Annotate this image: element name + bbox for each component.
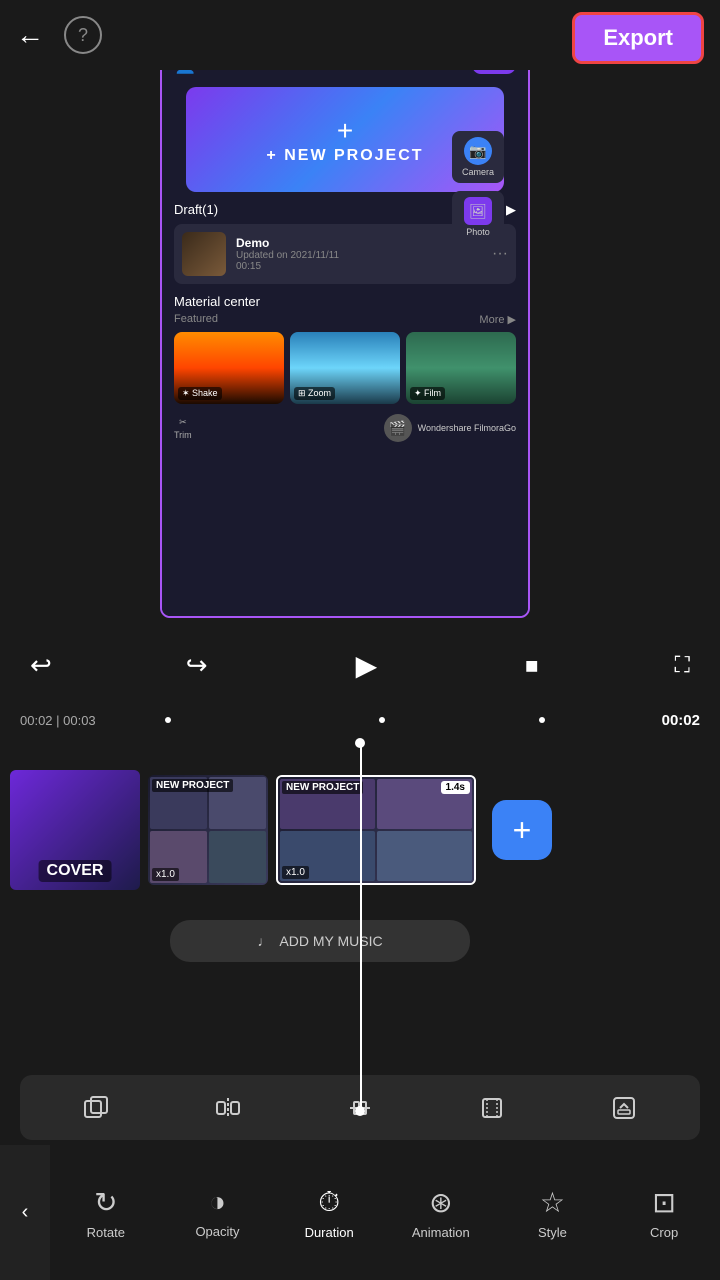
nav-item-animation[interactable]: ⊛ Animation: [401, 1186, 481, 1240]
photo-icon: 🖼: [464, 197, 492, 225]
nav-item-style[interactable]: ☆ Style: [512, 1186, 592, 1240]
animation-label: Animation: [412, 1225, 470, 1240]
playhead-line: [360, 740, 362, 1110]
music-label: ADD MY MUSIC: [279, 933, 382, 949]
music-track[interactable]: ♩ ADD MY MUSIC: [170, 920, 470, 962]
draft-name: Demo: [236, 236, 482, 250]
draft-date: Updated on 2021/11/11: [236, 250, 482, 261]
phone-bottom-bar: ✂ Trim 🎬 Wondershare FilmoraGo: [162, 408, 528, 448]
draft-duration: 00:15: [236, 261, 482, 272]
nav-item-crop[interactable]: ⊡ Crop: [624, 1186, 704, 1240]
phone-preview: 👤 🔋 30% 03:36 👤 PRO + + NEW PROJECT 📷 Ca…: [160, 18, 530, 618]
export-button[interactable]: Export: [572, 12, 704, 64]
opacity-icon: ◑: [209, 1186, 226, 1218]
trim-label: Trim: [174, 430, 192, 440]
rotate-icon: ↻: [94, 1186, 117, 1219]
duration-icon: ⏱: [318, 1186, 340, 1219]
featured-item-zoom[interactable]: ⊞ Zoom: [290, 332, 400, 404]
clip-label-1: NEW PROJECT: [152, 779, 233, 792]
music-icon: ♩: [257, 933, 271, 949]
back-button[interactable]: ←: [16, 19, 44, 51]
opacity-label: Opacity: [195, 1224, 239, 1239]
time-position: 00:02 | 00:03: [20, 713, 96, 728]
brand-icon: 🎬: [384, 414, 412, 442]
clip-item-2[interactable]: NEW PROJECT 1.4s x1.0: [276, 775, 476, 885]
playhead-top-dot: [355, 738, 365, 748]
brand-label: Wondershare FilmoraGo: [418, 423, 516, 433]
camera-icon: 📷: [464, 137, 492, 165]
current-time: 00:02: [662, 712, 700, 729]
shake-label: ✶ Shake: [178, 387, 222, 400]
timeline-area: 00:02 | 00:03 00:02: [0, 700, 720, 740]
featured-more[interactable]: More ▶: [479, 313, 516, 326]
brand-area: 🎬 Wondershare FilmoraGo: [384, 414, 516, 442]
cover-clip[interactable]: COVER: [10, 770, 140, 890]
timeline-marker-start: [165, 717, 171, 723]
crop-button[interactable]: [467, 1083, 517, 1133]
enhance-button[interactable]: [599, 1083, 649, 1133]
camera-button[interactable]: 📷 Camera: [452, 131, 504, 183]
trim-button[interactable]: ✂ Trim: [174, 417, 192, 440]
nav-back-button[interactable]: ‹: [0, 1145, 50, 1280]
featured-grid: ✶ Shake ⊞ Zoom ✦ Film: [174, 332, 516, 404]
playhead-bottom-dot: [355, 1106, 365, 1116]
style-icon: ☆: [540, 1186, 565, 1219]
clip-cell: [209, 831, 266, 883]
trim-icon: ✂: [179, 417, 187, 428]
fullscreen-button[interactable]: ⛶: [675, 652, 690, 678]
phone-body: 👤 PRO + + NEW PROJECT 📷 Camera 🖼 Photo: [162, 46, 528, 616]
nav-items: ↻ Rotate ◑ Opacity ⏱ Duration ⊛ Animatio…: [50, 1176, 720, 1250]
draft-options[interactable]: ···: [492, 245, 508, 263]
help-button[interactable]: ?: [64, 16, 102, 54]
clip-cell: [377, 831, 472, 881]
zoom-label: ⊞ Zoom: [294, 387, 335, 400]
material-section: Material center Featured More ▶ ✶ Shake …: [162, 290, 528, 408]
draft-info: Demo Updated on 2021/11/11 00:15: [236, 236, 482, 272]
nav-item-opacity[interactable]: ◑ Opacity: [177, 1186, 257, 1239]
play-button[interactable]: ▶: [341, 640, 391, 690]
photo-label: Photo: [466, 227, 490, 237]
clip-speed-2: x1.0: [282, 866, 309, 879]
crop-label: Crop: [650, 1225, 678, 1240]
nav-item-duration[interactable]: ⏱ Duration: [289, 1186, 369, 1240]
material-title: Material center: [174, 294, 516, 309]
film-label: ✦ Film: [410, 387, 445, 400]
undo-button[interactable]: ↩: [30, 650, 52, 681]
style-label: Style: [538, 1225, 567, 1240]
rotate-label: Rotate: [87, 1225, 125, 1240]
photo-button[interactable]: 🖼 Photo: [452, 191, 504, 243]
featured-item-shake[interactable]: ✶ Shake: [174, 332, 284, 404]
clip-duration-badge: 1.4s: [441, 781, 470, 794]
clip-speed-1: x1.0: [152, 868, 179, 881]
nav-item-rotate[interactable]: ↻ Rotate: [66, 1186, 146, 1240]
keyframe-button[interactable]: ◆: [519, 651, 548, 680]
timeline-marker-end: [539, 717, 545, 723]
duration-label: Duration: [305, 1225, 354, 1240]
playback-controls: ↩ ↪ ▶ ◆ ⛶: [0, 630, 720, 700]
redo-button[interactable]: ↪: [186, 650, 208, 681]
clip-label-2: NEW PROJECT: [282, 781, 363, 794]
camera-label: Camera: [462, 167, 494, 177]
draft-title: Draft(1): [174, 202, 218, 218]
new-project-label: + NEW PROJECT: [266, 147, 423, 165]
animation-icon: ⊛: [429, 1186, 452, 1219]
bottom-nav: ‹ ↻ Rotate ◑ Opacity ⏱ Duration ⊛ Animat…: [0, 1145, 720, 1280]
featured-item-film[interactable]: ✦ Film: [406, 332, 516, 404]
duplicate-button[interactable]: [71, 1083, 121, 1133]
clip-item-1[interactable]: NEW PROJECT x1.0: [148, 775, 268, 885]
draft-thumbnail: [182, 232, 226, 276]
crop-icon: ⊡: [652, 1186, 675, 1219]
side-buttons: 📷 Camera 🖼 Photo: [452, 131, 504, 243]
split-button[interactable]: [203, 1083, 253, 1133]
plus-icon: +: [337, 115, 353, 147]
featured-label: Featured: [174, 313, 218, 326]
timeline-marker-current: [379, 717, 385, 723]
cover-label: COVER: [39, 860, 112, 882]
timeline-bar[interactable]: [112, 705, 646, 735]
featured-header: Featured More ▶: [174, 313, 516, 326]
add-clip-button[interactable]: +: [492, 800, 552, 860]
